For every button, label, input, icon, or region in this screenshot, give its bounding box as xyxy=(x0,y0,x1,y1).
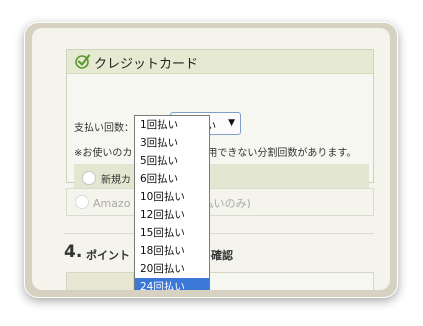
step-number: 4. xyxy=(64,242,83,262)
installments-note: ※お使いのカ 用できない分割回数があります。 xyxy=(74,144,374,159)
note-tail: 用できない分割回数があります。 xyxy=(207,148,357,159)
dropdown-option[interactable]: 5回払い xyxy=(135,152,209,170)
credit-card-header: クレジットカード xyxy=(67,50,373,74)
credit-card-section: クレジットカード 支払い回数： 1回払い ▼ ※お使いのカ 用できない分割回数があ… xyxy=(66,49,374,190)
dropdown-option[interactable]: 6回払い xyxy=(135,170,209,188)
dropdown-option[interactable]: 12回払い xyxy=(135,206,209,224)
dropdown-option-highlighted[interactable]: 24回払い xyxy=(135,278,209,290)
dropdown-option[interactable]: 18回払い xyxy=(135,242,209,260)
page-frame: クレジットカード 支払い回数： 1回払い ▼ ※お使いのカ 用できない分割回数があ… xyxy=(24,22,398,298)
checkmark-circle-icon xyxy=(75,54,91,69)
dropdown-option[interactable]: 1回払い xyxy=(135,116,209,134)
amazon-label-start: Amazo xyxy=(93,197,131,210)
dropdown-option[interactable]: 15回払い xyxy=(135,224,209,242)
triangle-down-icon: ▼ xyxy=(228,118,235,128)
dropdown-option[interactable]: 10回払い xyxy=(135,188,209,206)
points-table-header-cell xyxy=(67,273,134,290)
new-card-option[interactable]: 新規カ xyxy=(74,164,369,190)
points-section: 4. ポイント の確認 xyxy=(64,233,374,262)
dropdown-option[interactable]: 20回払い xyxy=(135,260,209,278)
points-table xyxy=(66,272,374,290)
amazon-pay-radio[interactable] xyxy=(75,195,89,209)
amazon-pay-option[interactable]: Amazo 払いのみ) xyxy=(66,188,374,216)
installments-label: 支払い回数： xyxy=(74,123,134,134)
note-start: ※お使いのカ xyxy=(74,148,133,159)
new-card-radio[interactable] xyxy=(82,171,96,185)
installments-dropdown-list[interactable]: 1回払い 3回払い 5回払い 6回払い 10回払い 12回払い 15回払い 18… xyxy=(134,115,210,290)
step-title-start: ポイント xyxy=(86,249,130,262)
dropdown-option[interactable]: 3回払い xyxy=(135,134,209,152)
new-card-label: 新規カ xyxy=(101,175,131,186)
credit-card-title: クレジットカード xyxy=(94,57,199,72)
page-content: クレジットカード 支払い回数： 1回払い ▼ ※お使いのカ 用できない分割回数があ… xyxy=(32,28,390,290)
